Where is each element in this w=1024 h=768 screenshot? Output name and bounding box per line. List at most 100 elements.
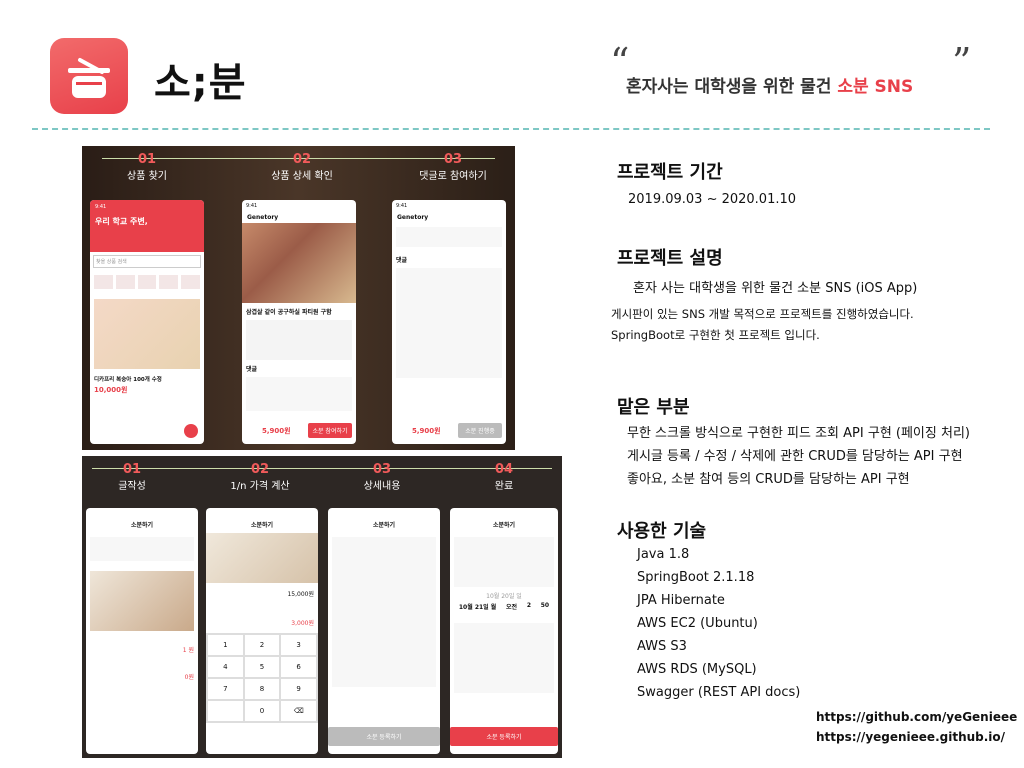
- backspace-key[interactable]: ⌫: [281, 701, 316, 721]
- key[interactable]: 9: [281, 679, 316, 699]
- section-title-desc: 프로젝트 설명: [617, 248, 723, 269]
- phone-price: 소분하기 15,000원 3,000원 123 456 789 0 ⌫: [206, 508, 318, 754]
- product-image: [206, 533, 318, 583]
- step-label: 댓글로 참여하기: [419, 171, 487, 182]
- fee-value: 0원: [184, 674, 194, 681]
- step-label: 글작성: [118, 481, 146, 492]
- post-user: Genetory: [247, 214, 279, 221]
- role-line-1: 무한 스크롤 방식으로 구현한 피드 조회 API 구현 (페이징 처리): [627, 426, 970, 441]
- each-price: 3,000원: [291, 620, 314, 627]
- date-value: 10월 21일 월: [458, 604, 497, 611]
- product-image: [94, 299, 200, 369]
- quote-close: ”: [952, 40, 972, 84]
- phone-write: 소분하기 1 원 0원: [86, 508, 198, 754]
- desc-line-1: 혼자 사는 대학생을 위한 물건 소분 SNS (iOS App): [633, 281, 918, 296]
- step-num: 02: [250, 462, 270, 477]
- tagline: 혼자사는 대학생을 위한 물건 소분 SNS: [626, 72, 913, 97]
- price-value: 1 원: [182, 647, 194, 654]
- date-picker-selected[interactable]: 10월 21일 월 오전 2 50: [450, 600, 558, 613]
- comment-header: 댓글: [396, 257, 408, 264]
- post-price: 5,900원: [412, 427, 441, 435]
- key[interactable]: 0: [244, 701, 280, 721]
- phone-comments: 9:41 Genetory 댓글 5,900원 소분 진행중: [392, 200, 506, 444]
- phone-details: 소분하기 소분 등록하기: [328, 508, 440, 754]
- home-heading: 우리 학교 주변,: [95, 217, 148, 226]
- submit-button[interactable]: 소분 등록하기: [450, 727, 558, 746]
- divider: [32, 128, 990, 130]
- blog-link[interactable]: https://yegenieee.github.io/: [816, 730, 1005, 744]
- item-title: 디카프리 복숭아 100개 수정: [94, 377, 162, 383]
- post-price: 5,900원: [262, 427, 291, 435]
- step-num: 04: [494, 462, 514, 477]
- minute-value: 50: [540, 602, 550, 609]
- total-price: 15,000원: [287, 591, 314, 598]
- search-input[interactable]: 찾을 상품 검색: [93, 255, 201, 268]
- tech-item: Java 1.8: [637, 547, 690, 562]
- add-button[interactable]: [184, 424, 198, 438]
- product-image: [90, 571, 194, 631]
- status-time: 9:41: [396, 203, 408, 209]
- join-button[interactable]: 소분 참여하기: [308, 423, 352, 438]
- key[interactable]: 5: [244, 657, 280, 677]
- submit-button[interactable]: 소분 등록하기: [328, 727, 440, 746]
- app-title: 소;분: [154, 60, 247, 106]
- number-keypad[interactable]: 123 456 789 0 ⌫: [206, 633, 318, 723]
- step-num: 03: [372, 462, 392, 477]
- step-num: 02: [292, 152, 312, 167]
- screen-title: 소분하기: [372, 522, 396, 529]
- screen-title: 소분하기: [492, 522, 516, 529]
- post-user: Genetory: [397, 214, 429, 221]
- post-title: 삼겹살 같이 공구하실 파티원 구함: [246, 309, 332, 316]
- step-label: 상세내용: [363, 481, 401, 492]
- step-num: 01: [122, 462, 142, 477]
- key[interactable]: 1: [208, 635, 243, 655]
- app-logo: [50, 38, 128, 114]
- key[interactable]: 7: [208, 679, 243, 699]
- phone-home: 9:41 우리 학교 주변, 찾을 상품 검색 디카프리 복숭아 100개 수정…: [90, 200, 204, 444]
- tech-item: AWS EC2 (Ubuntu): [637, 616, 758, 631]
- screen-title: 소분하기: [250, 522, 274, 529]
- in-progress-button[interactable]: 소분 진행중: [458, 423, 502, 438]
- key[interactable]: 6: [281, 657, 316, 677]
- period-text: 2019.09.03 ~ 2020.01.10: [628, 192, 797, 207]
- write-flow-screenshot: 01 글작성 02 1/n 가격 계산 03 상세내용 04 완료 소분하기 1…: [82, 456, 562, 758]
- step-num: 01: [137, 152, 157, 167]
- role-line-3: 좋아요, 소분 참여 등의 CRUD를 담당하는 API 구현: [627, 472, 910, 487]
- section-title-period: 프로젝트 기간: [617, 162, 723, 183]
- section-title-tech: 사용한 기술: [617, 521, 707, 542]
- ampm-value: 오전: [506, 604, 518, 611]
- hour-value: 2: [526, 602, 531, 609]
- tagline-text: 혼자사는 대학생을 위한 물건: [626, 77, 838, 97]
- role-line-2: 게시글 등록 / 수정 / 삭제에 관한 CRUD를 담당하는 API 구현: [627, 449, 963, 464]
- github-link[interactable]: https://github.com/yeGenieee: [816, 710, 1017, 724]
- tagline-accent: 소분 SNS: [837, 77, 914, 97]
- tech-item: JPA Hibernate: [637, 593, 725, 608]
- item-price: 10,000원: [94, 386, 128, 394]
- tech-item: AWS S3: [637, 639, 687, 654]
- step-label: 상품 찾기: [127, 171, 167, 182]
- status-time: 9:41: [246, 203, 258, 209]
- screen-title: 소분하기: [130, 522, 154, 529]
- feed-flow-screenshot: 01 상품 찾기 02 상품 상세 확인 03 댓글로 참여하기 9:41 우리…: [82, 146, 515, 450]
- tech-item: Swagger (REST API docs): [637, 685, 801, 700]
- step-label: 완료: [494, 481, 514, 492]
- step-num: 03: [443, 152, 463, 167]
- key[interactable]: 4: [208, 657, 243, 677]
- phone-detail: 9:41 Genetory 삼겹살 같이 공구하실 파티원 구함 댓글 5,90…: [242, 200, 356, 444]
- status-time: 9:41: [95, 204, 107, 210]
- pot-icon: [68, 58, 110, 98]
- phone-complete: 소분하기 10월 20일 일 10월 21일 월 오전 2 50 소분 등록하기: [450, 508, 558, 754]
- desc-line-3: SpringBoot로 구현한 첫 프로젝트 입니다.: [611, 328, 820, 342]
- tech-item: SpringBoot 2.1.18: [637, 570, 755, 585]
- key[interactable]: [208, 701, 243, 721]
- desc-line-2: 게시판이 있는 SNS 개발 목적으로 프로젝트를 진행하였습니다.: [611, 307, 914, 321]
- step-label: 1/n 가격 계산: [230, 481, 290, 492]
- comment-header: 댓글: [246, 366, 258, 373]
- key[interactable]: 2: [244, 635, 280, 655]
- key[interactable]: 3: [281, 635, 316, 655]
- date-picker-row[interactable]: 10월 20일 일: [450, 591, 558, 600]
- post-image: [242, 223, 356, 303]
- key[interactable]: 8: [244, 679, 280, 699]
- step-label: 상품 상세 확인: [271, 171, 333, 182]
- tech-item: AWS RDS (MySQL): [637, 662, 757, 677]
